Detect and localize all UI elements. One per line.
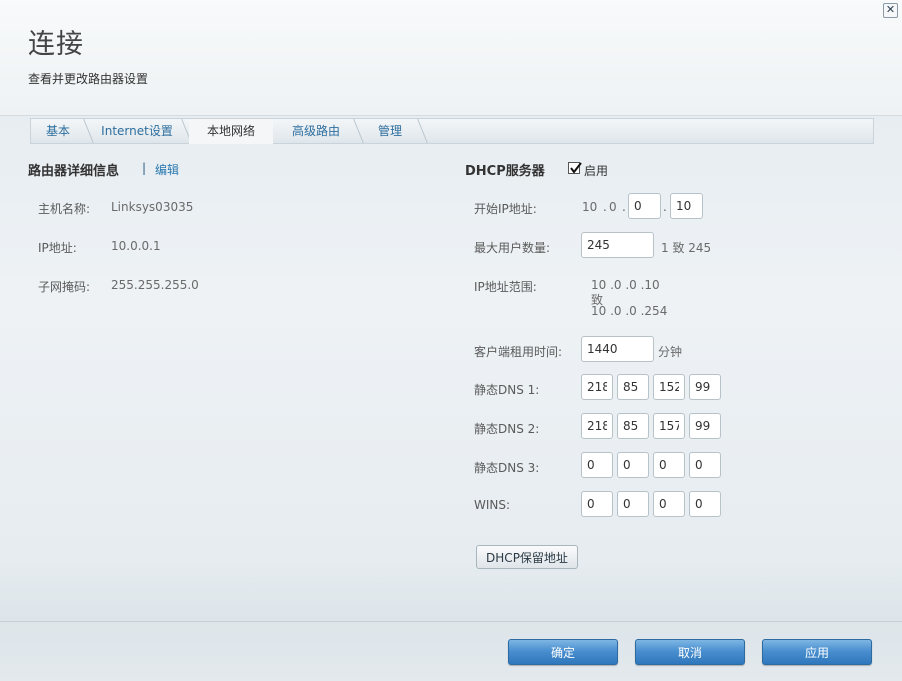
dhcp-enabled-checkbox[interactable] [568, 162, 582, 174]
title-separator: | [142, 161, 147, 175]
footer-divider [0, 621, 902, 622]
ip-range-start: 10 .0 .0 .10 [591, 278, 660, 292]
wins-label: WINS: [474, 498, 511, 512]
cancel-button[interactable]: 取消 [635, 639, 745, 665]
wins-octet-2-input[interactable] [617, 491, 649, 517]
dns3-octet-3-input[interactable] [653, 452, 685, 478]
lease-time-unit: 分钟 [658, 345, 683, 359]
tab-bar: 基本 Internet设置 本地网络 高级路由 管理 [30, 118, 874, 144]
hostname-value: Linksys03035 [111, 200, 194, 214]
page-header: 连接 查看并更改路由器设置 [0, 0, 902, 116]
max-users-label: 最大用户数量: [474, 241, 551, 255]
dns2-octet-1-input[interactable] [581, 413, 613, 439]
page-title: 连接 [28, 29, 84, 60]
close-icon[interactable]: ✕ [883, 3, 898, 18]
dns3-octet-1-input[interactable] [581, 452, 613, 478]
dns1-octet-3-input[interactable] [653, 374, 685, 400]
wins-octet-1-input[interactable] [581, 491, 613, 517]
tab-internet-settings[interactable]: Internet设置 [91, 119, 183, 143]
subnet-mask-value: 255.255.255.0 [111, 278, 199, 292]
tab-advanced-routing[interactable]: 高级路由 [277, 119, 355, 143]
checkmark-icon [570, 162, 582, 174]
tab-management[interactable]: 管理 [361, 119, 419, 143]
ip-label: IP地址: [38, 241, 77, 255]
hostname-label: 主机名称: [38, 202, 91, 216]
dns3-octet-2-input[interactable] [617, 452, 649, 478]
dns1-octet-4-input[interactable] [689, 374, 721, 400]
dhcp-enabled-label: 启用 [584, 164, 609, 178]
dns2-octet-2-input[interactable] [617, 413, 649, 439]
tab-basic[interactable]: 基本 [31, 119, 85, 143]
dhcp-reservation-button[interactable]: DHCP保留地址 [476, 545, 578, 569]
dns2-octet-3-input[interactable] [653, 413, 685, 439]
ip-range-end: 10 .0 .0 .254 [591, 304, 668, 318]
ok-button[interactable]: 确定 [508, 639, 618, 665]
start-ip-dot-1: . [603, 200, 607, 214]
max-users-input[interactable] [581, 232, 654, 258]
dns2-octet-4-input[interactable] [689, 413, 721, 439]
dns2-label: 静态DNS 2: [474, 422, 540, 436]
wins-octet-4-input[interactable] [689, 491, 721, 517]
max-users-range: 1 致 245 [661, 241, 712, 255]
start-ip-dot-2: . [622, 200, 626, 214]
router-details-title: 路由器详细信息 [28, 164, 120, 179]
start-ip-dot-3: . [663, 200, 667, 214]
wins-octet-3-input[interactable] [653, 491, 685, 517]
subnet-mask-label: 子网掩码: [38, 280, 91, 294]
dns1-octet-1-input[interactable] [581, 374, 613, 400]
start-ip-octet-1: 10 [582, 200, 598, 214]
start-ip-octet-4-input[interactable] [670, 193, 703, 219]
dns3-octet-4-input[interactable] [689, 452, 721, 478]
dns1-octet-2-input[interactable] [617, 374, 649, 400]
edit-link[interactable]: 编辑 [155, 161, 179, 178]
tab-local-network[interactable]: 本地网络 [189, 118, 273, 144]
ip-range-label: IP地址范围: [474, 280, 537, 294]
start-ip-octet-3-input[interactable] [628, 193, 661, 219]
start-ip-label: 开始IP地址: [474, 202, 537, 216]
lease-time-input[interactable] [581, 336, 654, 362]
page-subtitle: 查看并更改路由器设置 [28, 72, 149, 86]
start-ip-octet-2: 0 [609, 200, 617, 214]
apply-button[interactable]: 应用 [762, 639, 872, 665]
lease-time-label: 客户端租用时间: [474, 345, 563, 359]
dhcp-server-title: DHCP服务器 [465, 164, 545, 179]
ip-value: 10.0.0.1 [111, 239, 161, 253]
dns3-label: 静态DNS 3: [474, 461, 540, 475]
dns1-label: 静态DNS 1: [474, 383, 540, 397]
